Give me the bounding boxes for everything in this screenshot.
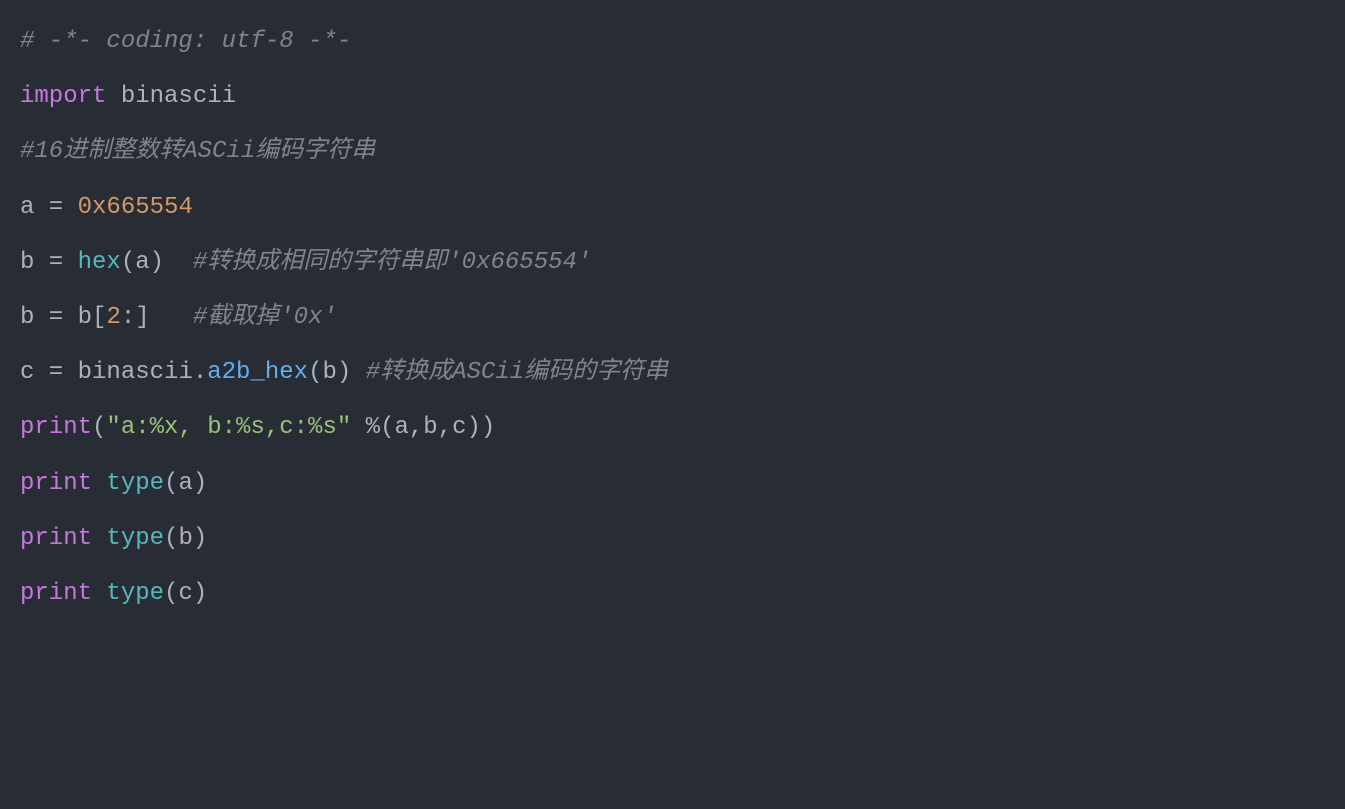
paren: ): [150, 249, 164, 276]
whitespace: [150, 304, 193, 331]
comment: #转换成ASCii编码的字符串: [366, 359, 668, 386]
paren: (: [164, 525, 178, 552]
argument: c: [178, 580, 192, 607]
operator: =: [34, 359, 77, 386]
object: binascii: [78, 359, 193, 386]
comma: ,: [409, 414, 423, 441]
whitespace: [92, 580, 106, 607]
bracket: ]: [135, 304, 149, 331]
whitespace: [351, 359, 365, 386]
bracket: [: [92, 304, 106, 331]
code-line-11: print type(c): [20, 572, 1325, 615]
paren: (: [380, 414, 394, 441]
argument: b: [178, 525, 192, 552]
print-keyword: print: [20, 580, 92, 607]
print-keyword: print: [20, 470, 92, 497]
builtin-function: type: [106, 525, 164, 552]
code-editor[interactable]: # -*- coding: utf-8 -*- import binascii …: [20, 20, 1325, 615]
string-literal: "a:%x, b:%s,c:%s": [106, 414, 351, 441]
comment: #转换成相同的字符串即'0x665554': [193, 249, 591, 276]
operator: =: [34, 194, 77, 221]
paren: ): [467, 414, 481, 441]
paren: (: [164, 580, 178, 607]
code-line-10: print type(b): [20, 517, 1325, 560]
paren: ): [193, 525, 207, 552]
variable: b: [20, 249, 34, 276]
paren: (: [164, 470, 178, 497]
operator: =: [34, 304, 77, 331]
variable: b: [20, 304, 34, 331]
colon: :: [121, 304, 135, 331]
builtin-function: type: [106, 580, 164, 607]
code-line-2: import binascii: [20, 75, 1325, 118]
code-line-9: print type(a): [20, 462, 1325, 505]
module-name: binascii: [106, 83, 236, 110]
builtin-function: hex: [78, 249, 121, 276]
variable: b: [78, 304, 92, 331]
comment: #截取掉'0x': [193, 304, 337, 331]
argument: b: [322, 359, 336, 386]
comma: ,: [438, 414, 452, 441]
number-literal: 2: [106, 304, 120, 331]
whitespace: [351, 414, 365, 441]
argument: a: [394, 414, 408, 441]
import-keyword: import: [20, 83, 106, 110]
whitespace: [92, 525, 106, 552]
code-line-6: b = b[2:] #截取掉'0x': [20, 296, 1325, 339]
builtin-function: type: [106, 470, 164, 497]
argument: b: [423, 414, 437, 441]
method: a2b_hex: [207, 359, 308, 386]
code-line-8: print("a:%x, b:%s,c:%s" %(a,b,c)): [20, 406, 1325, 449]
code-line-4: a = 0x665554: [20, 186, 1325, 229]
argument: a: [135, 249, 149, 276]
comment: #16进制整数转ASCii编码字符串: [20, 138, 375, 165]
paren: ): [481, 414, 495, 441]
print-keyword: print: [20, 414, 92, 441]
paren: (: [121, 249, 135, 276]
variable: a: [20, 194, 34, 221]
paren: ): [337, 359, 351, 386]
argument: a: [178, 470, 192, 497]
whitespace: [92, 470, 106, 497]
argument: c: [452, 414, 466, 441]
print-keyword: print: [20, 525, 92, 552]
operator: %: [366, 414, 380, 441]
variable: c: [20, 359, 34, 386]
code-line-3: #16进制整数转ASCii编码字符串: [20, 130, 1325, 173]
code-line-7: c = binascii.a2b_hex(b) #转换成ASCii编码的字符串: [20, 351, 1325, 394]
code-line-1: # -*- coding: utf-8 -*-: [20, 20, 1325, 63]
number-literal: 0x665554: [78, 194, 193, 221]
paren: ): [193, 580, 207, 607]
whitespace: [164, 249, 193, 276]
operator: =: [34, 249, 77, 276]
paren: (: [92, 414, 106, 441]
paren: ): [193, 470, 207, 497]
code-line-5: b = hex(a) #转换成相同的字符串即'0x665554': [20, 241, 1325, 284]
paren: (: [308, 359, 322, 386]
dot: .: [193, 359, 207, 386]
comment: # -*- coding: utf-8 -*-: [20, 28, 351, 55]
